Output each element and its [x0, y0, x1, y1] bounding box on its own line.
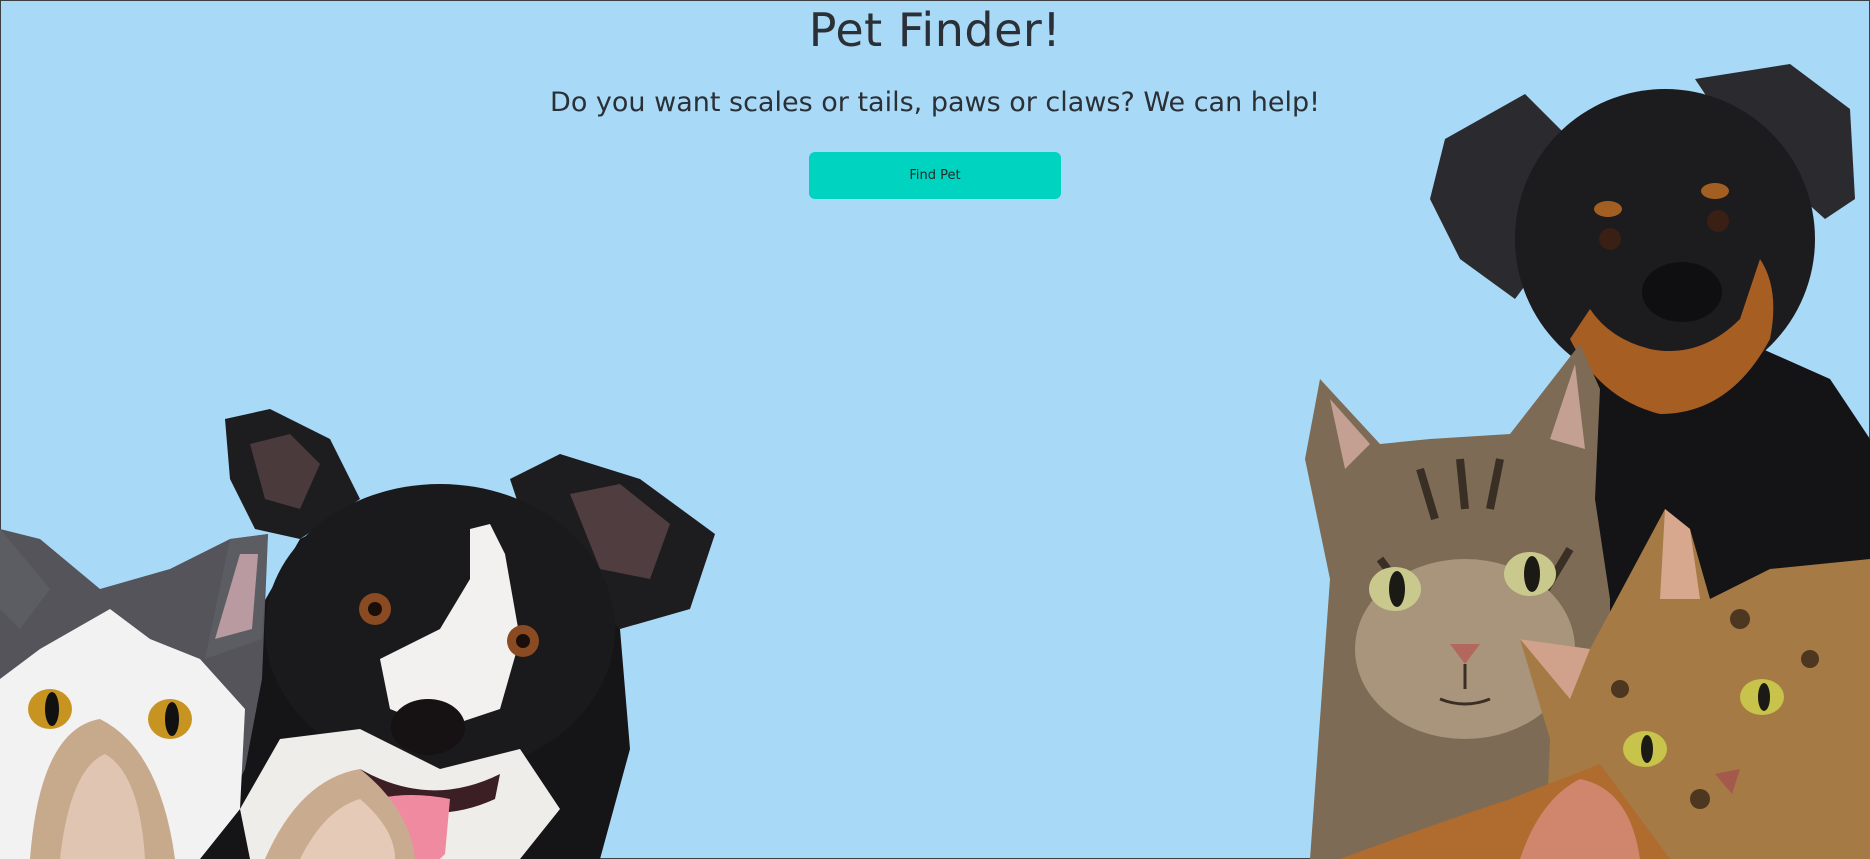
find-pet-button[interactable]: Find Pet	[809, 152, 1061, 199]
hero-section: Pet Finder! Do you want scales or tails,…	[0, 0, 1870, 199]
page-title: Pet Finder!	[808, 3, 1062, 57]
pets-photo-left	[0, 409, 715, 859]
page-subtitle: Do you want scales or tails, paws or cla…	[550, 87, 1320, 118]
